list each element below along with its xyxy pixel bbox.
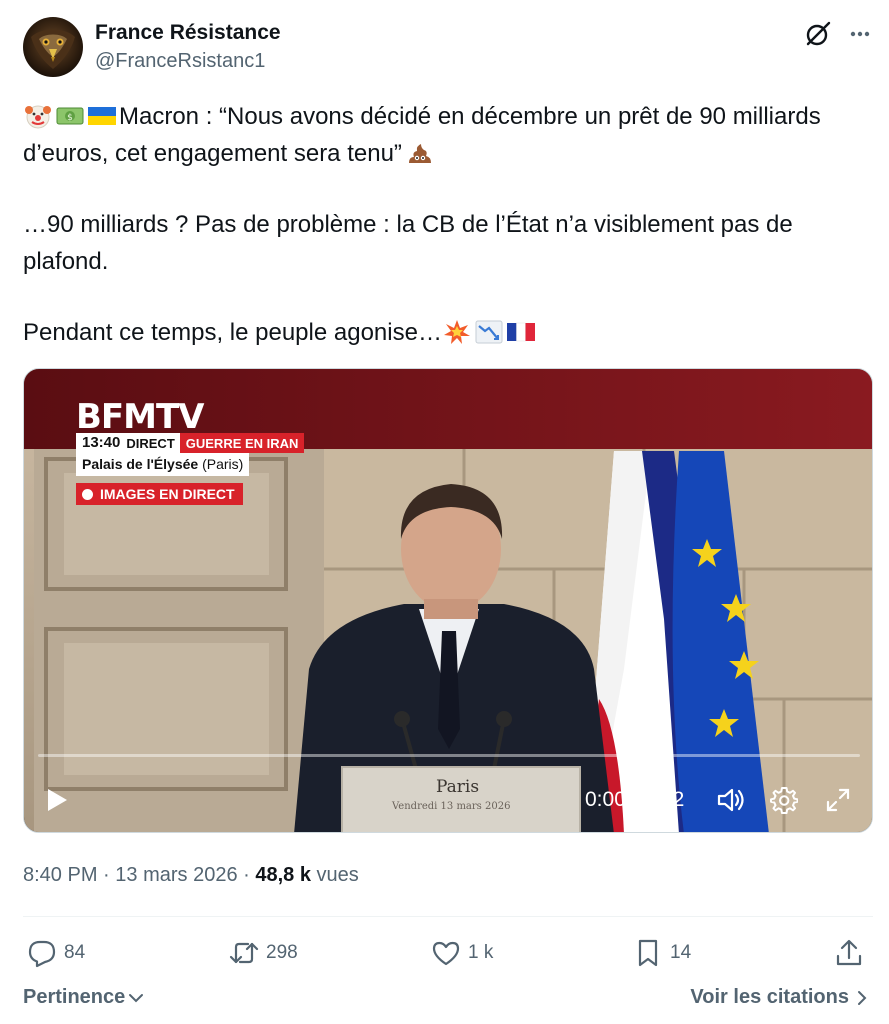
views-count: 48,8 k [255,864,311,886]
bfm-location: Palais de l'Élysée (Paris) [76,453,250,476]
grok-button[interactable] [803,19,833,49]
like-button[interactable]: 1 k [431,935,493,971]
play-button[interactable] [42,786,70,814]
bfm-location-city: (Paris) [202,456,244,472]
meta-separator: · [97,864,116,886]
bfm-time: 13:40 [76,433,127,453]
author-avatar[interactable] [23,17,83,77]
tweet-header: France Résistance @FranceRsistanc1 [23,17,873,77]
tweet-text: $ Macron : “Nous avons décidé en décembr… [23,98,873,351]
play-icon [48,789,67,811]
author-name-block: France Résistance @FranceRsistanc1 [95,20,281,74]
chevron-right-icon [858,990,867,1005]
collision-emoji [442,319,472,345]
clown-face-emoji [23,103,53,129]
bookmark-icon [638,939,658,967]
like-count: 1 k [468,942,494,963]
tweet-date[interactable]: 13 mars 2026 [115,864,237,886]
volume-button[interactable] [716,786,746,814]
france-flag-emoji [506,319,536,345]
more-dots-icon [850,31,870,37]
share-icon [836,939,862,966]
bfm-topic: GUERRE EN IRAN [179,433,305,453]
video-player[interactable]: BFMTV 13:40 DIRECT GUERRE EN IRAN Palais… [23,368,873,833]
podium-date: Vendredi 13 mars 2026 [392,801,511,812]
chevron-down-icon [129,993,144,1002]
live-dot-icon [82,488,93,500]
svg-text:$: $ [67,113,73,123]
bookmark-count: 14 [670,942,692,963]
sort-label: Pertinence [23,986,126,1008]
tweet-meta: 8:40 PM · 13 mars 2026 · 48,8 k vues [23,862,359,888]
bfm-live-images-badge: IMAGES EN DIRECT [76,483,243,505]
view-quotes-label: Voir les citations [690,986,849,1008]
more-options-button[interactable] [845,19,875,49]
tweet-actions: 84 298 1 k 14 [23,935,873,971]
bookmark-button[interactable]: 14 [633,935,691,971]
bfm-ticker-top: 13:40 DIRECT GUERRE EN IRAN [76,433,305,453]
video-time-readout: 0:00 / 2:12 [585,788,685,811]
eagle-avatar-icon [31,29,75,69]
author-display-name[interactable]: France Résistance [95,20,281,46]
retweet-count: 298 [266,942,298,963]
sort-dropdown[interactable]: Pertinence [23,986,145,1009]
money-banknote-emoji: $ [55,103,85,129]
ukraine-flag-emoji [87,103,117,129]
meta-separator: · [237,864,256,886]
reply-icon [28,940,56,968]
pile-of-poo-emoji [405,140,435,166]
retweet-button[interactable]: 298 [229,935,298,971]
settings-button[interactable] [770,786,798,814]
view-quotes-link[interactable]: Voir les citations [690,986,871,1009]
views-label: vues [316,864,359,886]
chart-decreasing-emoji [474,319,504,345]
tweet-time[interactable]: 8:40 PM [23,864,97,886]
video-progress-bar[interactable] [38,754,860,757]
bfm-live-images-label: IMAGES EN DIRECT [100,486,235,502]
podium-title: Paris [436,777,480,797]
bfmtv-logo: BFMTV [76,397,204,437]
bfm-direct-label: DIRECT [126,433,180,453]
tweet-paragraph-1: $ Macron : “Nous avons décidé en décembr… [23,98,873,172]
reply-sort-row: Pertinence Voir les citations [23,986,873,1014]
fullscreen-button[interactable] [825,787,851,813]
share-button[interactable] [834,935,864,971]
bfm-location-name: Palais de l'Élysée [82,456,199,472]
volume-icon [717,788,744,812]
tweet-paragraph-2: …90 milliards ? Pas de problème : la CB … [23,211,793,275]
tweet-paragraph-3: Pendant ce temps, le peuple agonise… [23,314,873,351]
grok-icon [806,21,831,46]
divider [23,916,873,917]
author-handle[interactable]: @FranceRsistanc1 [95,48,281,74]
tweet-paragraph-3-text: Pendant ce temps, le peuple agonise… [23,319,442,346]
reply-count: 84 [64,942,86,963]
expand-icon [826,788,850,812]
reply-button[interactable]: 84 [27,935,85,971]
heart-icon [432,941,460,966]
gear-icon [770,787,798,814]
retweet-icon [229,942,259,964]
